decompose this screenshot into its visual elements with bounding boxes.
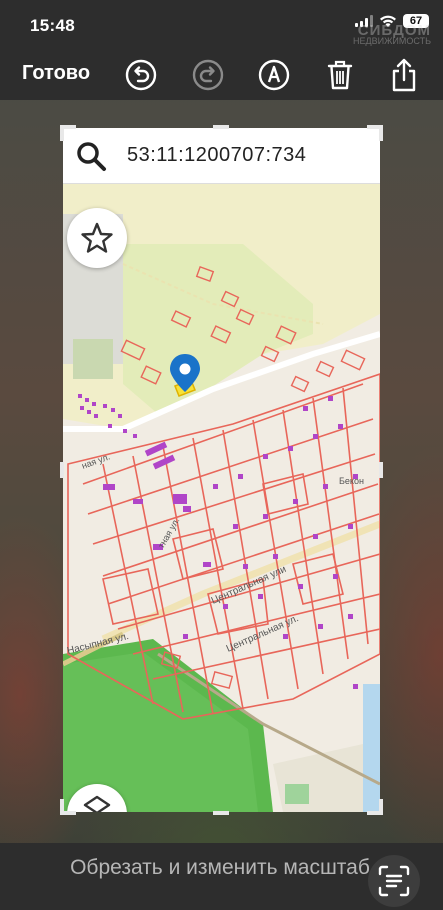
live-text-scan-icon: [378, 865, 410, 897]
screenshot-preview[interactable]: 53:11:1200707:734 Центральная ул. Центра…: [63, 128, 380, 812]
watermark-subtitle: НЕДВИЖИМОСТЬ: [353, 36, 431, 46]
delete-button[interactable]: [323, 58, 357, 92]
markup-pen-icon: [258, 59, 290, 91]
crop-handle-left[interactable]: [60, 462, 64, 478]
status-time: 15:48: [30, 16, 75, 35]
undo-icon: [125, 59, 157, 91]
markup-button[interactable]: [257, 58, 291, 92]
crop-handle-bottom-left[interactable]: [60, 799, 64, 815]
live-text-button[interactable]: [368, 855, 420, 907]
cadastral-number: 53:11:1200707:734: [127, 144, 307, 166]
redo-button[interactable]: [191, 58, 225, 92]
trash-icon: [327, 60, 353, 90]
favorite-button[interactable]: [67, 208, 127, 268]
crop-handle-right[interactable]: [379, 462, 383, 478]
crop-resize-button[interactable]: Обрезать и изменить масштаб: [70, 854, 370, 882]
cadastral-map: Центральная ул. Центральная ули Бекон на…: [63, 184, 380, 812]
done-button[interactable]: Готово: [22, 62, 90, 85]
top-bar: 15:48 67 CИБДОМ НЕДВИЖИМОСТЬ Готово: [0, 0, 443, 100]
share-button[interactable]: [387, 58, 421, 92]
edit-toolbar: Готово: [0, 58, 443, 92]
crop-handle-bottom-right[interactable]: [379, 799, 383, 815]
redo-icon: [192, 59, 224, 91]
layers-icon: [83, 795, 111, 812]
crop-handle-top[interactable]: [213, 125, 229, 129]
watermark-brand: CИБДОМ: [357, 22, 431, 39]
star-icon: [81, 222, 113, 253]
crop-handle-top-left[interactable]: [60, 125, 64, 141]
search-icon: [77, 142, 106, 171]
map-search-bar: 53:11:1200707:734: [63, 128, 380, 184]
crop-handle-top-right[interactable]: [379, 125, 383, 141]
watermark-logo: CИБДОМ НЕДВИЖИМОСТЬ: [353, 22, 431, 46]
street-label-side: Бекон: [339, 476, 364, 486]
crop-handle-bottom[interactable]: [213, 811, 229, 815]
undo-button[interactable]: [124, 58, 158, 92]
share-icon: [392, 58, 416, 92]
